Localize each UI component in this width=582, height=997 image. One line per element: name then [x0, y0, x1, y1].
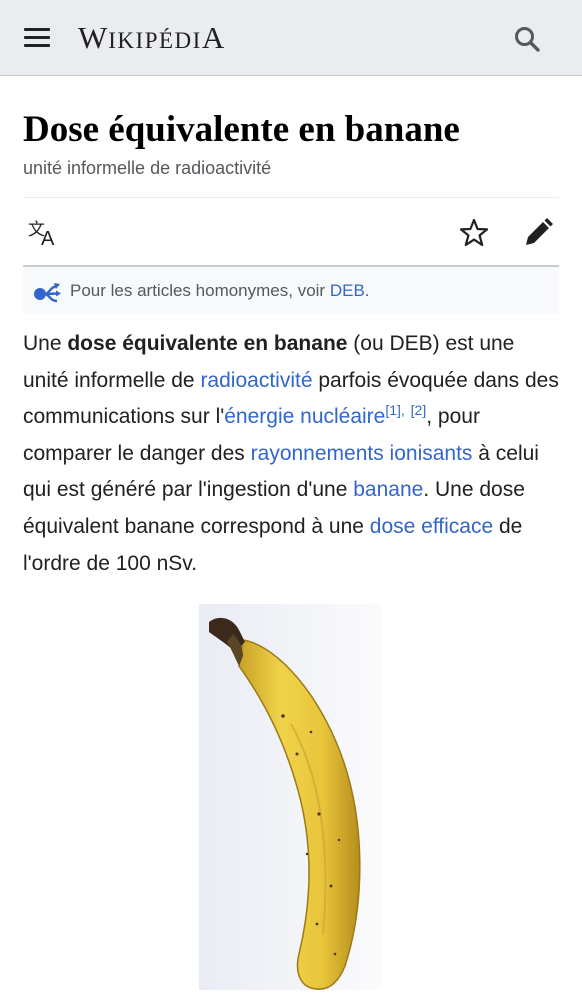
link-banane[interactable]: banane: [353, 478, 423, 501]
top-bar: WIKIPÉDIA: [0, 0, 582, 76]
text-segment: Une: [23, 332, 68, 355]
bold-term: dose équivalente en banane: [67, 332, 348, 355]
hatnote-link-deb[interactable]: DEB: [330, 281, 365, 300]
banana-image[interactable]: [199, 604, 381, 990]
hamburger-menu-icon[interactable]: [24, 26, 52, 50]
reference-1[interactable]: [1],: [385, 402, 404, 418]
lead-paragraph: Une dose équivalente en banane (ou DEB) …: [23, 326, 563, 582]
hatnote-text: Pour les articles homonymes, voir DEB.: [70, 280, 370, 302]
link-rayonnements-ionisants[interactable]: rayonnements ionisants: [251, 442, 473, 465]
svg-text:A: A: [41, 228, 55, 248]
wordmark-middle: IKIPÉDI: [108, 28, 202, 53]
link-dose-efficace[interactable]: dose efficace: [370, 515, 493, 538]
page-subtitle: unité informelle de radioactivité: [23, 158, 272, 178]
reference-2[interactable]: [2]: [411, 402, 427, 418]
pencil-icon[interactable]: [521, 216, 555, 250]
disambiguation-icon: [33, 281, 63, 303]
wordmark-last: A: [201, 20, 226, 55]
hatnote: Pour les articles homonymes, voir DEB.: [23, 265, 559, 314]
page-title: Dose équivalente en banane: [23, 109, 460, 150]
star-icon[interactable]: [458, 217, 490, 249]
link-energie-nucleaire[interactable]: énergie nucléaire: [224, 405, 385, 428]
wordmark-first: W: [78, 20, 109, 55]
wikipedia-wordmark[interactable]: WIKIPÉDIA: [78, 20, 225, 56]
link-radioactivite[interactable]: radioactivité: [200, 369, 312, 392]
translate-icon[interactable]: 文 A: [28, 218, 60, 250]
hatnote-end: .: [364, 281, 370, 300]
search-icon[interactable]: [512, 24, 542, 54]
hatnote-lead: Pour les articles homonymes, voir: [70, 281, 330, 300]
divider: [23, 197, 559, 198]
